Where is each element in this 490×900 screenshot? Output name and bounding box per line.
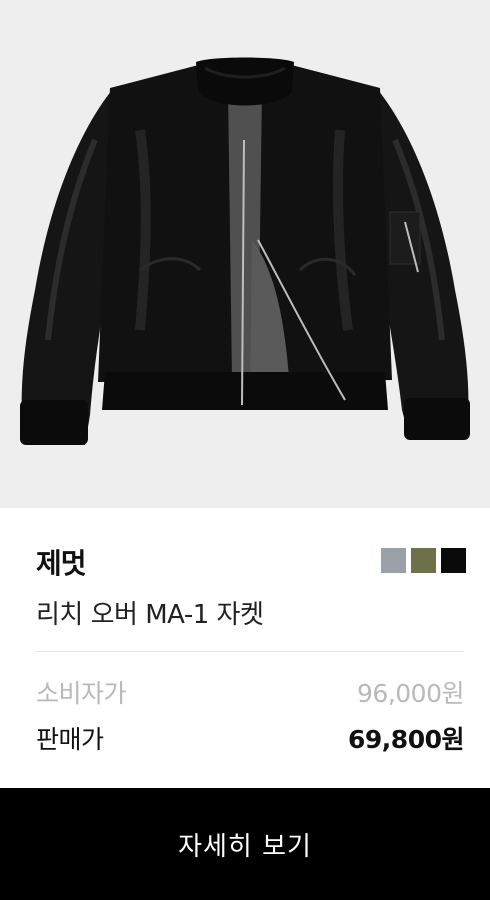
color-swatches bbox=[381, 548, 466, 573]
jacket-illustration bbox=[20, 57, 470, 445]
list-price-label: 소비자가 bbox=[36, 679, 127, 708]
list-price-row: 소비자가 96,000원 bbox=[36, 674, 464, 708]
sale-price-row: 판매가 69,800원 bbox=[36, 720, 464, 754]
sale-price-label: 판매가 bbox=[36, 725, 104, 754]
brand-name[interactable]: 제멋 bbox=[36, 542, 87, 582]
swatch-black[interactable] bbox=[441, 548, 466, 573]
swatch-olive[interactable] bbox=[411, 548, 436, 573]
view-details-button[interactable]: 자세히 보기 bbox=[0, 788, 490, 900]
list-price: 96,000원 bbox=[357, 679, 464, 708]
product-image[interactable] bbox=[0, 0, 490, 508]
product-name[interactable]: 리치 오버 MA-1 자켓 bbox=[36, 594, 264, 631]
swatch-gray[interactable] bbox=[381, 548, 406, 573]
product-info: 제멋 리치 오버 MA-1 자켓 소비자가 96,000원 판매가 69,800… bbox=[0, 508, 490, 788]
product-card: 제멋 리치 오버 MA-1 자켓 소비자가 96,000원 판매가 69,800… bbox=[0, 0, 490, 900]
divider bbox=[36, 651, 464, 652]
sale-price: 69,800원 bbox=[348, 725, 464, 754]
